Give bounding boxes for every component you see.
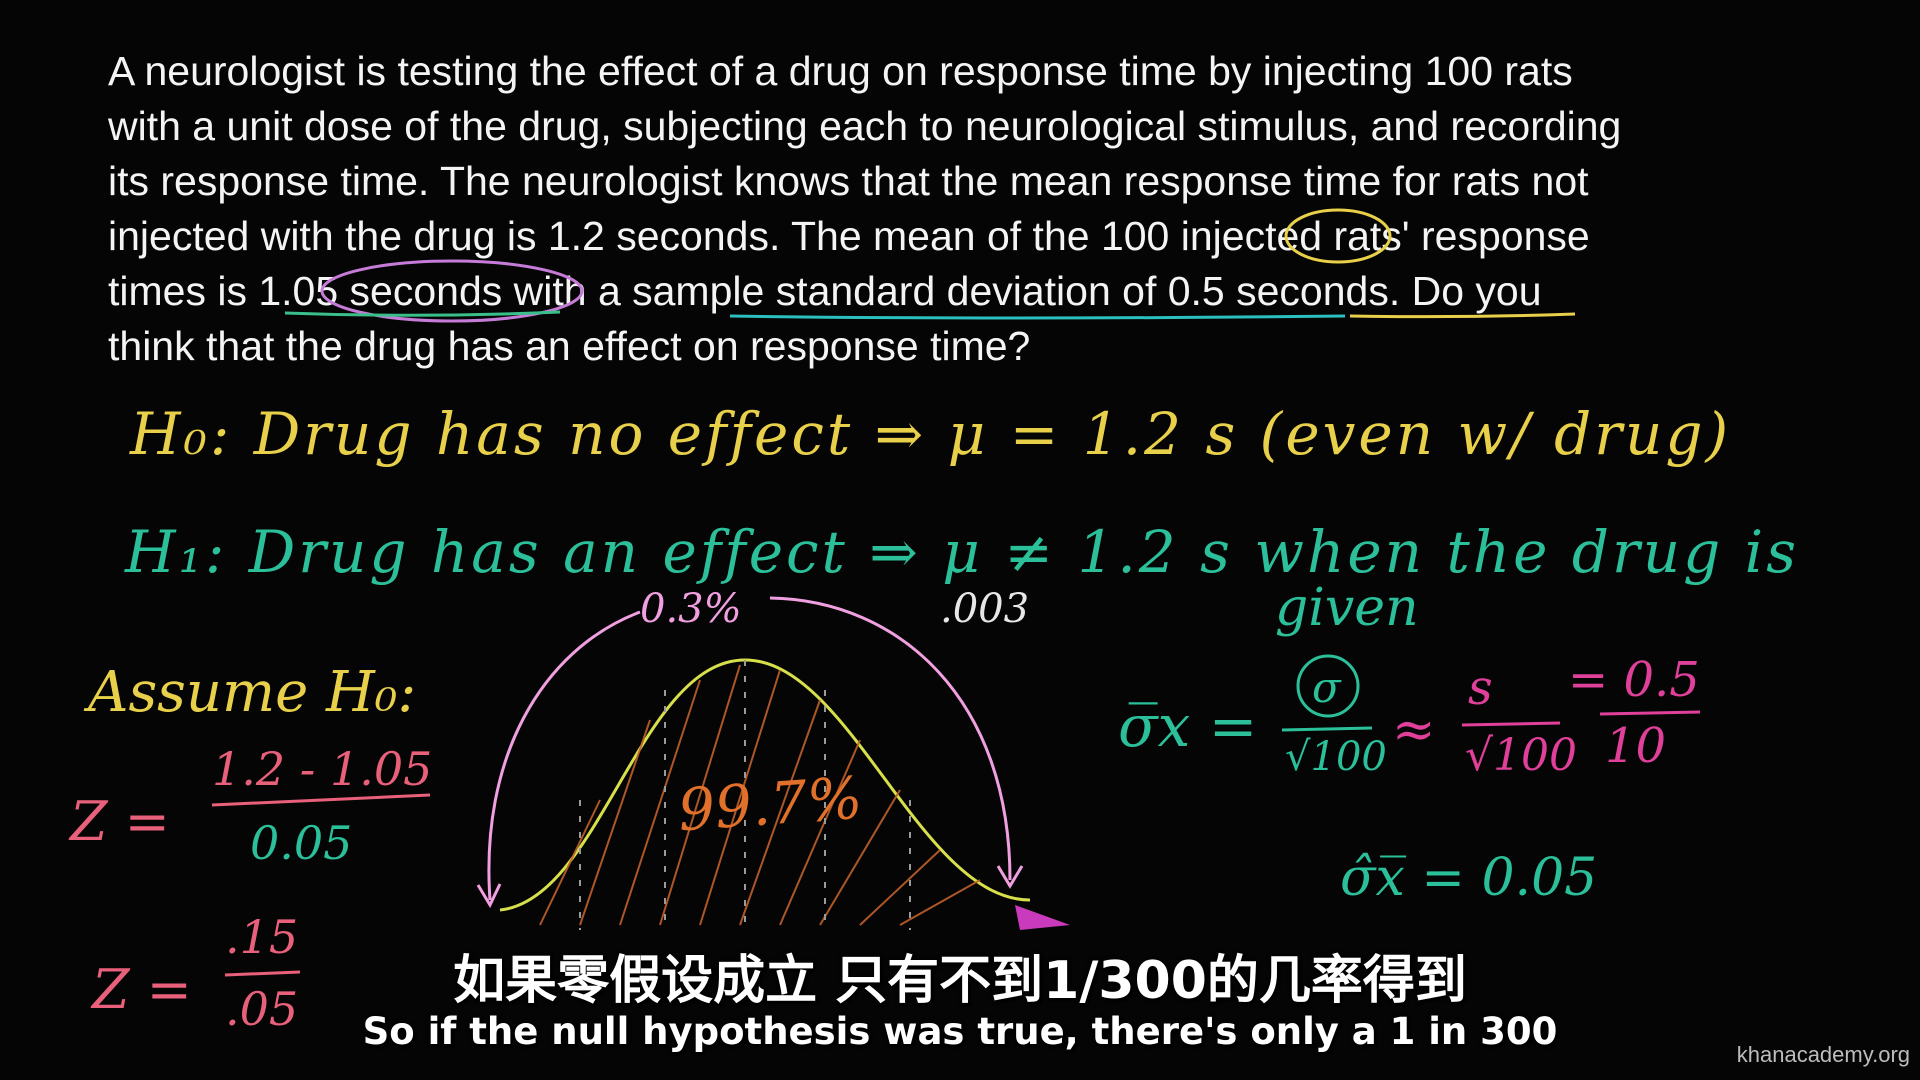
underline-1-05	[284, 310, 561, 317]
z-fraction-bar	[211, 793, 431, 807]
watermark: khanacademy.org	[1736, 1042, 1910, 1067]
right-tail-shade	[1015, 905, 1070, 930]
null-hypothesis: H₀: Drug has no effect ⇒ μ = 1.2 s (even…	[130, 400, 1732, 468]
sqrt-100-first: √100	[1285, 734, 1387, 780]
s-fraction-bar	[1461, 721, 1561, 727]
sigma-symbol: σ	[1312, 663, 1342, 712]
ten-fraction-bar	[1599, 710, 1701, 716]
circle-100	[1284, 208, 1392, 264]
given-word: given	[1275, 578, 1419, 638]
equals-0-5: = 0.5	[1568, 652, 1700, 708]
tail-decimal: .003	[940, 586, 1030, 632]
sqrt-100-second: √100	[1465, 730, 1578, 781]
middle-percent: 99.7%	[675, 763, 865, 845]
subtitle-chinese: 如果零假设成立 只有不到1/300的几率得到	[453, 951, 1467, 1011]
z-numerator: 1.2 - 1.05	[212, 742, 433, 796]
subtitle-english: So if the null hypothesis was true, ther…	[362, 1010, 1558, 1053]
left-tail-arrow	[487, 610, 641, 901]
assume-h0: Assume H₀:	[88, 660, 417, 725]
tail-percent: 0.3%	[640, 586, 742, 632]
approx-sign: ≈	[1392, 700, 1436, 760]
alternative-hypothesis: H₁: Drug has an effect ⇒ μ ≠ 1.2 s when …	[125, 518, 1799, 586]
sigma-fraction-bar	[1281, 726, 1373, 732]
ten-denominator: 10	[1605, 718, 1667, 774]
underline-sample-std	[729, 314, 1346, 320]
z-label: Z =	[70, 790, 170, 853]
z-denominator: 0.05	[250, 816, 353, 870]
video-frame: A neurologist is testing the effect of a…	[0, 0, 1920, 1080]
sigma-xbar-label: σ̅x =	[1118, 692, 1258, 760]
sigma-hat-result: σ̂x̅ = 0.05	[1340, 848, 1598, 908]
underline-0-5	[1349, 312, 1576, 319]
s-numerator: s	[1468, 660, 1493, 716]
